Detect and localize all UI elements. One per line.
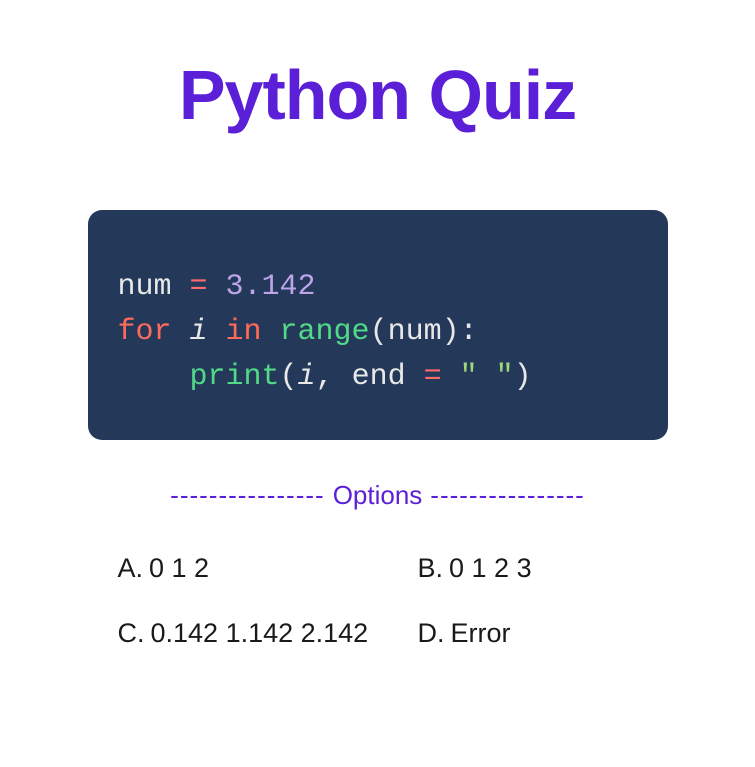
code-snippet: num = 3.142 for i in range(num): print(i… [88, 210, 668, 440]
code-token: ) [514, 360, 532, 394]
option-text: 0.142 1.142 2.142 [151, 618, 369, 648]
code-token: in [226, 315, 262, 349]
option-b[interactable]: B.0 1 2 3 [418, 553, 648, 584]
code-token: i [298, 360, 316, 394]
option-c[interactable]: C.0.142 1.142 2.142 [118, 618, 418, 649]
code-token: i [172, 315, 226, 349]
option-text: 0 1 2 [149, 553, 209, 583]
code-token: ): [442, 315, 478, 349]
options-heading: ---------------- Options ---------------… [170, 480, 585, 511]
code-token: print [118, 360, 280, 394]
option-letter: C. [118, 618, 145, 648]
quiz-title: Python Quiz [179, 55, 576, 135]
option-letter: A. [118, 553, 144, 583]
option-text: 0 1 2 3 [449, 553, 532, 583]
code-line-3: print(i, end = " ") [118, 355, 638, 400]
options-dashes-left: ---------------- [170, 480, 325, 511]
code-token: num [388, 315, 442, 349]
option-text: Error [451, 618, 511, 648]
option-a[interactable]: A.0 1 2 [118, 553, 418, 584]
options-label: Options [333, 480, 423, 511]
options-grid: A.0 1 2 B.0 1 2 3 C.0.142 1.142 2.142 D.… [98, 553, 658, 649]
code-token: ( [280, 360, 298, 394]
code-token: , end [316, 360, 424, 394]
code-token: ( [370, 315, 388, 349]
code-token: 3.142 [208, 270, 316, 304]
code-token: num [118, 270, 190, 304]
code-line-2: for i in range(num): [118, 310, 638, 355]
option-letter: D. [418, 618, 445, 648]
code-token: range [262, 315, 370, 349]
code-line-1: num = 3.142 [118, 265, 638, 310]
option-letter: B. [418, 553, 444, 583]
quiz-card: Python Quiz num = 3.142 for i in range(n… [0, 0, 755, 767]
options-dashes-right: ---------------- [430, 480, 585, 511]
code-token: = [190, 270, 208, 304]
option-d[interactable]: D.Error [418, 618, 648, 649]
code-token: = [424, 360, 442, 394]
code-token: " " [442, 360, 514, 394]
code-token: for [118, 315, 172, 349]
